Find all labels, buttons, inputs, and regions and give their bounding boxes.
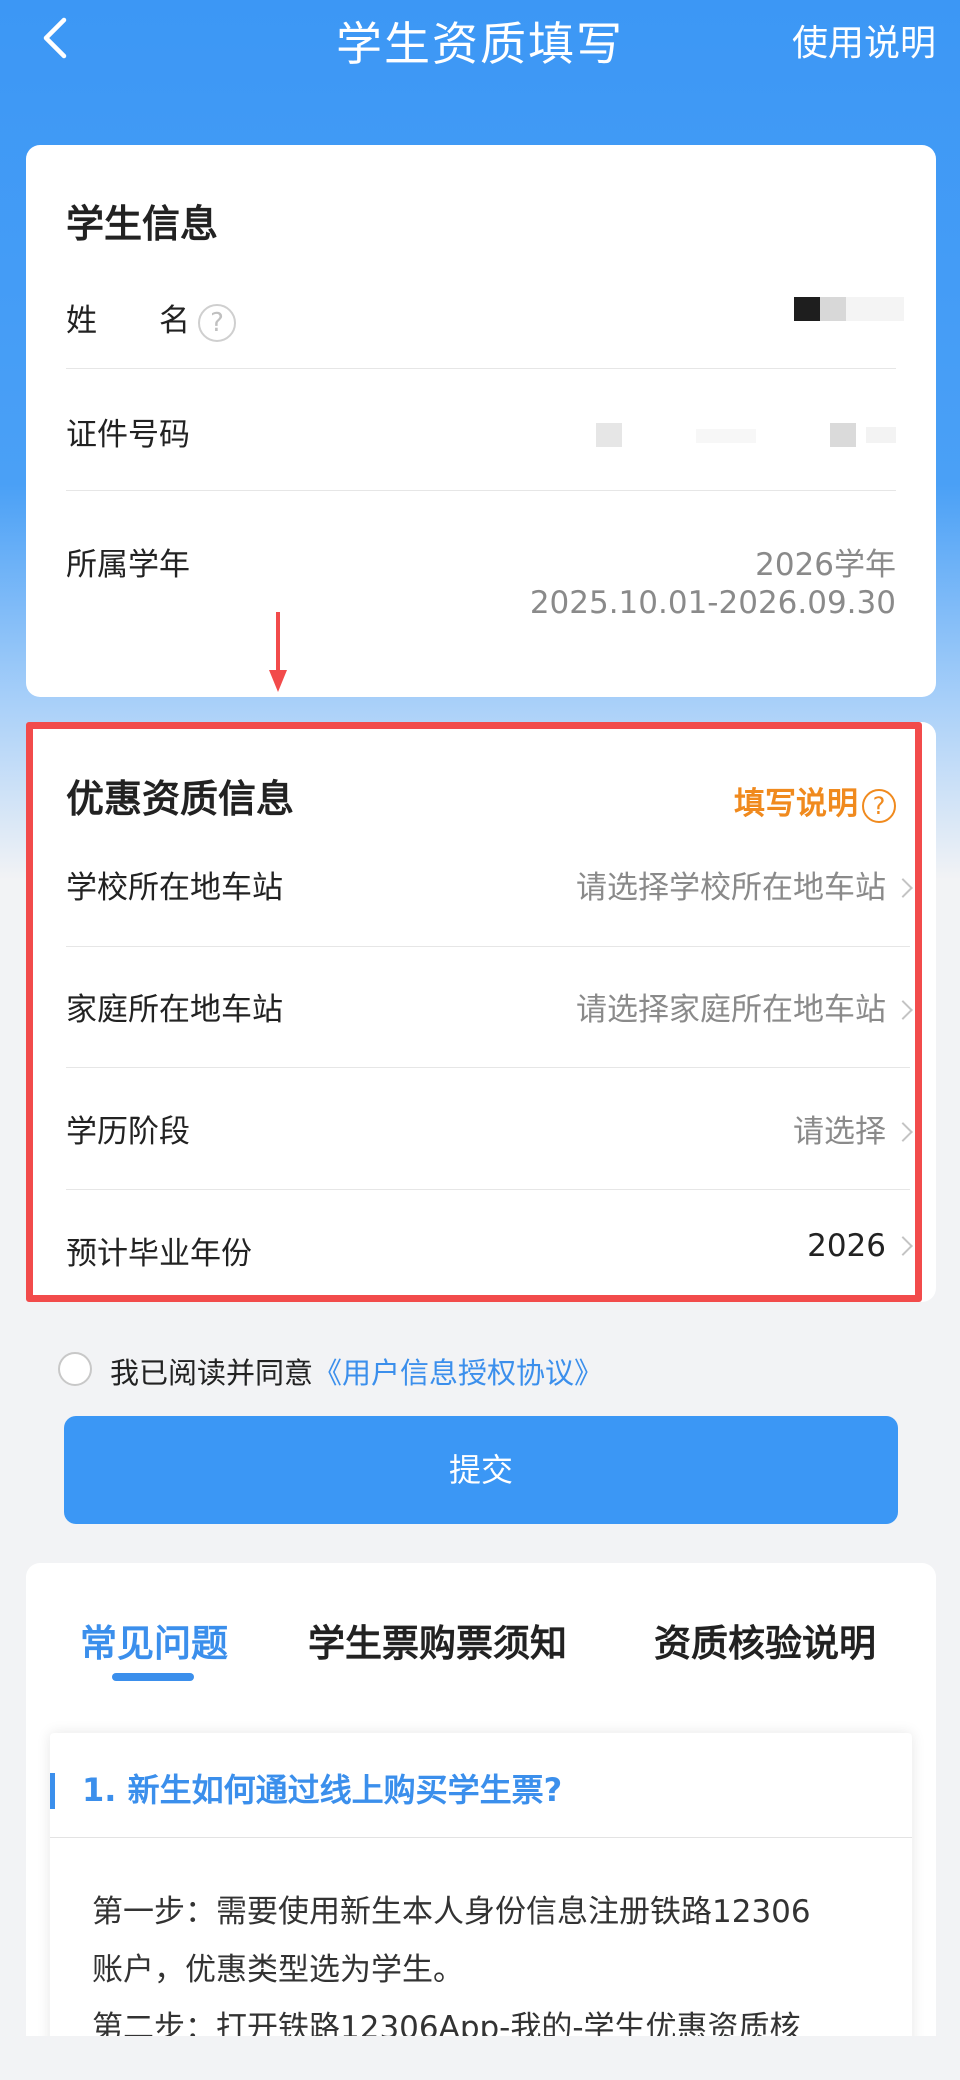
faq-answer-line: 第一步：需要使用新生本人身份信息注册铁路12306 <box>92 1894 811 1930</box>
agreement-label: 我已阅读并同意 <box>110 1356 314 1390</box>
divider <box>66 946 910 947</box>
question-icon: ? <box>862 788 896 823</box>
name-row-label: 姓 名? <box>66 295 236 342</box>
divider <box>50 1837 912 1838</box>
question-icon[interactable]: ? <box>198 303 236 342</box>
tab-ticket-notice[interactable]: 学生票购票须知 <box>308 1613 567 1667</box>
masked-id-number <box>596 423 896 447</box>
annotation-arrow-icon <box>269 612 287 692</box>
education-stage-label: 学历阶段 <box>66 1114 190 1150</box>
school-station-label: 学校所在地车站 <box>66 870 283 906</box>
chevron-right-icon <box>893 1121 913 1142</box>
submit-button[interactable]: 提交 <box>64 1416 898 1524</box>
app-header: 学生资质填写 使用说明 <box>0 0 960 76</box>
divider <box>66 490 896 491</box>
student-info-card: 学生信息 姓 名? 证件号码 所属学年 2026学年 2025.10.01-20… <box>26 145 936 697</box>
school-station-value: 请选择学校所在地车站 <box>576 870 886 906</box>
promo-info-title: 优惠资质信息 <box>66 777 295 821</box>
chevron-right-icon <box>893 999 913 1020</box>
education-stage-select[interactable]: 请选择 <box>793 1106 913 1151</box>
bottom-safe-area <box>0 2036 960 2080</box>
fill-help-label: 填写说明 <box>734 786 858 822</box>
school-year-value: 2026学年 <box>755 547 896 583</box>
faq-question[interactable]: 1. 新生如何通过线上购买学生票? <box>82 1765 562 1811</box>
name-label: 姓 名 <box>66 303 190 339</box>
school-year-range: 2025.10.01-2026.09.30 <box>529 585 896 621</box>
school-year-label: 所属学年 <box>66 547 190 583</box>
agreement-link[interactable]: 《用户信息授权协议》 <box>313 1356 603 1390</box>
fill-help-link[interactable]: 填写说明? <box>734 778 896 823</box>
agreement-radio[interactable] <box>58 1352 92 1386</box>
faq-answer: 第一步：需要使用新生本人身份信息注册铁路12306 账户，优惠类型选为学生。 第… <box>92 1883 872 2057</box>
student-info-title: 学生信息 <box>66 202 219 246</box>
home-station-label: 家庭所在地车站 <box>66 992 283 1028</box>
promo-qualification-card: 优惠资质信息 填写说明? 学校所在地车站 请选择学校所在地车站 家庭所在地车站 … <box>26 722 936 1302</box>
faq-answer-line: 账户，优惠类型选为学生。 <box>92 1952 464 1988</box>
home-station-value: 请选择家庭所在地车站 <box>576 992 886 1028</box>
graduation-year-select[interactable]: 2026 <box>807 1228 913 1264</box>
tab-verification-info[interactable]: 资质核验说明 <box>654 1613 876 1667</box>
graduation-year-label: 预计毕业年份 <box>66 1236 252 1272</box>
education-stage-value: 请选择 <box>793 1114 886 1150</box>
divider <box>66 1067 910 1068</box>
chevron-right-icon <box>893 877 913 898</box>
divider <box>66 368 896 369</box>
divider <box>66 1189 910 1190</box>
tab-faq[interactable]: 常见问题 <box>80 1613 228 1667</box>
school-station-select[interactable]: 请选择学校所在地车站 <box>576 862 913 907</box>
active-tab-indicator <box>112 1673 194 1681</box>
id-number-label: 证件号码 <box>66 417 190 453</box>
masked-name <box>794 297 904 321</box>
faq-item: 1. 新生如何通过线上购买学生票? 第一步：需要使用新生本人身份信息注册铁路12… <box>50 1733 912 2080</box>
usage-help-link[interactable]: 使用说明 <box>792 14 936 66</box>
chevron-right-icon <box>893 1235 913 1256</box>
graduation-year-value: 2026 <box>807 1228 886 1264</box>
faq-card: 常见问题 学生票购票须知 资质核验说明 1. 新生如何通过线上购买学生票? 第一… <box>26 1563 936 2080</box>
faq-accent-bar <box>50 1773 55 1809</box>
home-station-select[interactable]: 请选择家庭所在地车站 <box>576 984 913 1029</box>
agreement-text: 我已阅读并同意《用户信息授权协议》 <box>110 1350 603 1392</box>
